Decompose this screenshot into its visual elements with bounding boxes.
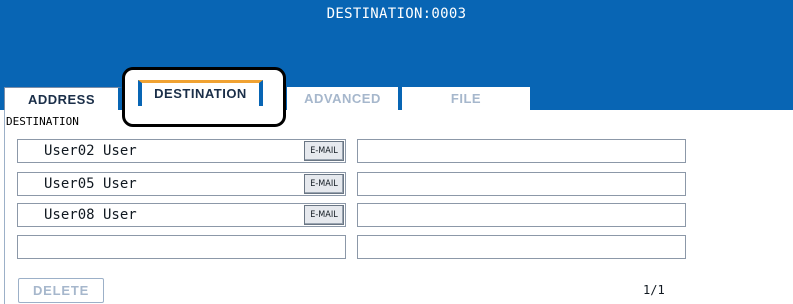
delete-button[interactable]: DELETE xyxy=(18,278,104,303)
tab-destination[interactable]: DESTINATION xyxy=(138,80,263,106)
page-title: DESTINATION:0003 xyxy=(326,6,467,22)
destination-address-field[interactable] xyxy=(357,203,686,227)
email-type-button[interactable]: E-MAIL xyxy=(304,141,344,161)
title-bar: DESTINATION:0003 xyxy=(0,0,793,89)
destination-address-field[interactable] xyxy=(357,235,686,259)
destination-name-field[interactable] xyxy=(17,235,346,259)
destination-address-field[interactable] xyxy=(357,139,686,163)
section-label: DESTINATION xyxy=(6,115,79,128)
destination-address-field[interactable] xyxy=(357,172,686,196)
email-type-button[interactable]: E-MAIL xyxy=(304,205,344,225)
destination-name-field[interactable]: User02 User xyxy=(17,139,346,163)
page-indicator: 1/1 xyxy=(643,283,665,297)
tab-address[interactable]: ADDRESS xyxy=(4,87,122,110)
tab-advanced[interactable]: ADVANCED xyxy=(287,87,402,110)
tab-file[interactable]: FILE xyxy=(402,87,534,110)
email-type-button[interactable]: E-MAIL xyxy=(304,174,344,194)
destination-name-field[interactable]: User08 User xyxy=(17,203,346,227)
destination-name-field[interactable]: User05 User xyxy=(17,172,346,196)
